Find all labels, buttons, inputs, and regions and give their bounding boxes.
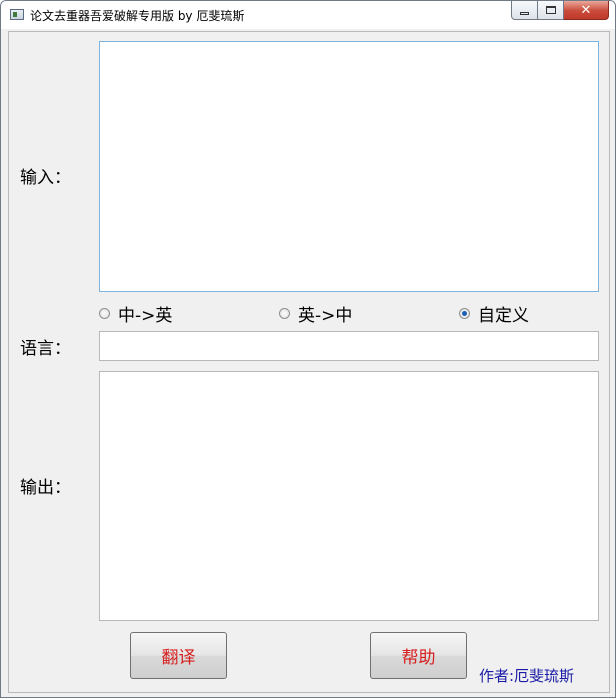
close-icon: ✕ xyxy=(580,2,592,18)
radio-en-zh-indicator[interactable] xyxy=(279,308,290,319)
language-input[interactable] xyxy=(99,331,599,361)
minimize-icon xyxy=(520,11,529,15)
language-label: 语言： xyxy=(20,339,71,359)
radio-zh-en-indicator[interactable] xyxy=(99,308,110,319)
title-bar[interactable]: 论文去重器吾爱破解专用版 by 厄斐琉斯 ✕ xyxy=(1,1,615,29)
maximize-icon xyxy=(545,6,556,14)
app-window: 论文去重器吾爱破解专用版 by 厄斐琉斯 ✕ 输入： 中->英 英->中 自定义… xyxy=(0,0,616,698)
input-label: 输入： xyxy=(20,168,71,188)
radio-custom[interactable]: 自定义 xyxy=(459,301,529,326)
output-label: 输出： xyxy=(20,478,71,498)
help-button[interactable]: 帮助 xyxy=(370,632,467,679)
output-textarea[interactable] xyxy=(99,371,599,621)
app-icon xyxy=(10,9,24,20)
minimize-button[interactable] xyxy=(511,1,538,20)
radio-en-zh[interactable]: 英->中 xyxy=(279,301,352,326)
close-button[interactable]: ✕ xyxy=(564,1,609,20)
window-title: 论文去重器吾爱破解专用版 by 厄斐琉斯 xyxy=(30,9,245,23)
maximize-button[interactable] xyxy=(538,1,564,20)
radio-en-zh-label: 英->中 xyxy=(298,306,353,326)
radio-zh-en-label: 中->英 xyxy=(118,306,173,326)
radio-custom-label: 自定义 xyxy=(478,306,529,326)
translate-button[interactable]: 翻译 xyxy=(130,632,227,679)
radio-custom-indicator[interactable] xyxy=(459,308,470,319)
main-panel: 输入： 中->英 英->中 自定义 语言： 输出： 翻译 帮助 作者:厄斐琉斯 xyxy=(8,31,610,693)
input-textarea[interactable] xyxy=(99,41,599,292)
caption-buttons: ✕ xyxy=(511,1,609,21)
radio-zh-en[interactable]: 中->英 xyxy=(99,301,172,326)
author-label: 作者:厄斐琉斯 xyxy=(479,667,575,685)
